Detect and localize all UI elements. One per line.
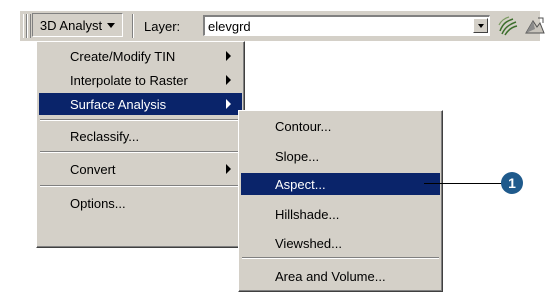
layer-label: Layer: [144,19,181,34]
menu-item-interpolate-to-raster[interactable]: Interpolate to Raster [39,69,242,91]
submenu-arrow-icon [226,51,231,61]
3d-analyst-menu: Create/Modify TIN Interpolate to Raster … [36,41,245,248]
submenu-item-label: Hillshade... [275,206,340,222]
menu-item-reclassify[interactable]: Reclassify... [39,125,242,147]
chevron-down-icon [477,23,484,28]
menu-separator [40,119,241,121]
layer-dropdown[interactable]: elevgrd [203,15,490,36]
submenu-item-label: Contour... [275,118,332,134]
contour-tool-icon[interactable] [497,15,519,37]
menu-item-convert[interactable]: Convert [39,158,242,180]
3d-analyst-menu-label: 3D Analyst [39,17,103,33]
menu-item-label: Create/Modify TIN [70,48,176,64]
3d-analyst-toolbar: 3D Analyst Layer: elevgrd [20,11,545,41]
menu-separator [40,185,241,187]
submenu-arrow-icon [226,99,231,109]
menu-item-label: Options... [70,195,126,211]
submenu-item-hillshade[interactable]: Hillshade... [241,203,440,225]
submenu-item-contour[interactable]: Contour... [241,115,440,137]
layer-value: elevgrd [208,19,251,34]
submenu-item-slope[interactable]: Slope... [241,145,440,167]
toolbar-separator [132,14,134,38]
menu-item-label: Interpolate to Raster [70,72,188,88]
menu-separator [40,151,241,153]
layer-dropdown-button[interactable] [473,18,488,33]
callout-badge: 1 [501,172,523,194]
dropdown-arrow-icon [107,22,116,28]
surface-analysis-submenu: Contour... Slope... Aspect... Hillshade.… [238,110,443,292]
menu-separator [242,257,439,259]
aspect-tool-icon[interactable] [524,15,546,37]
submenu-item-label: Viewshed... [275,235,342,251]
submenu-item-label: Aspect... [275,176,326,192]
menu-item-options[interactable]: Options... [39,192,242,214]
submenu-item-label: Slope... [275,148,320,164]
callout-line [424,183,505,184]
toolbar-grip[interactable] [27,14,31,38]
3d-analyst-menu-button[interactable]: 3D Analyst [32,13,123,37]
menu-item-label: Reclassify... [70,128,140,144]
submenu-item-viewshed[interactable]: Viewshed... [241,232,440,254]
submenu-arrow-icon [226,75,231,85]
submenu-arrow-icon [226,164,231,174]
submenu-item-label: Area and Volume... [275,268,386,284]
menu-item-label: Convert [70,161,116,177]
menu-item-create-modify-tin[interactable]: Create/Modify TIN [39,45,242,67]
submenu-item-aspect[interactable]: Aspect... [241,173,440,195]
submenu-item-area-and-volume[interactable]: Area and Volume... [241,265,440,287]
menu-item-surface-analysis[interactable]: Surface Analysis [39,93,242,115]
menu-item-label: Surface Analysis [70,96,167,112]
